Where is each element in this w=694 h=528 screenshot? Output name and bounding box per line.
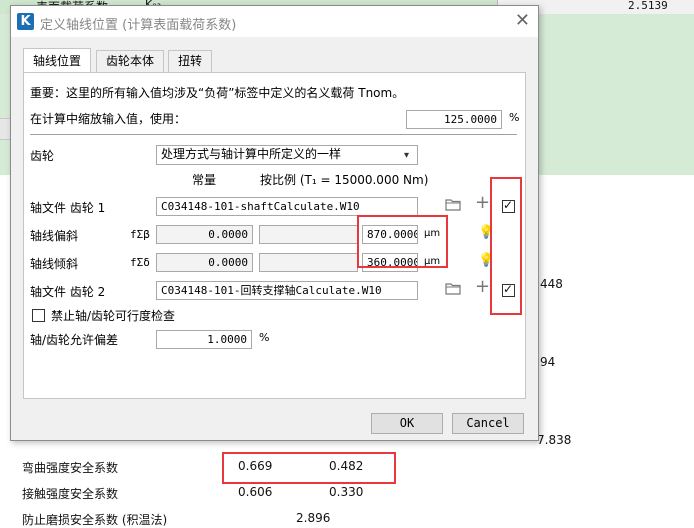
add-icon[interactable]: + [475,194,490,212]
axis-offset-constant-input[interactable]: 0.0000 [156,225,253,244]
highlight-axis-values [357,215,448,268]
scale-label: 在计算中缩放输入值，使用： [30,112,187,126]
tab-axis-position[interactable]: 轴线位置 [23,48,92,72]
shaft-file-gear1-input[interactable]: C034148-101-shaftCalculate.W10 [156,197,418,216]
column-constant-header: 常量 [192,173,217,187]
folder-open-icon[interactable] [445,197,461,215]
scale-unit: % [509,111,520,124]
gear-treatment-select[interactable]: 处理方式与轴计算中所定义的一样 [156,145,418,165]
tab-panel: 重要：这里的所有输入值均涉及“负荷”标签中定义的名义载荷 Tnom。 在计算中缩… [23,72,526,399]
cancel-button[interactable]: Cancel [452,413,524,434]
column-proportional-header: 按比例 (T₁ = 15000.000 Nm) [260,173,429,187]
result-value-contact-2: 0.330 [329,485,364,499]
highlight-checkboxes [490,177,522,315]
scale-input[interactable]: 125.0000 [406,110,502,129]
dialog-titlebar[interactable]: K 定义轴线位置 (计算表面载荷系数) ✕ [11,6,538,37]
chevron-down-icon[interactable]: ▾ [404,148,409,164]
result-value-contact-1: 0.606 [238,485,273,499]
shaft-file-gear1-label: 轴文件 齿轮 1 [30,201,106,215]
background-right-value-2: 94 [540,355,556,369]
tab-gear-body[interactable]: 齿轮本体 [96,50,165,72]
shaft-file-gear2-label: 轴文件 齿轮 2 [30,285,106,299]
close-icon[interactable]: ✕ [515,10,530,32]
tab-torsion[interactable]: 扭转 [168,50,213,72]
disable-feasibility-label: 禁止轴/齿轮可行度检查 [51,309,176,323]
background-scroll-strip[interactable] [0,118,10,140]
axis-tilt-symbol: fΣδ [130,256,150,269]
axis-position-dialog: K 定义轴线位置 (计算表面载荷系数) ✕ 轴线位置 齿轮本体 扭转 重要：这里… [10,5,539,441]
background-right-value-1: 448 [540,277,563,291]
tolerance-unit: % [259,331,270,344]
result-label-wear: 防止磨损安全系数 (积温法) [22,513,168,527]
ok-button[interactable]: OK [371,413,443,434]
important-note: 重要：这里的所有输入值均涉及“负荷”标签中定义的名义载荷 Tnom。 [30,86,405,100]
tolerance-label: 轴/齿轮允许偏差 [30,333,119,347]
axis-tilt-proportional-input[interactable] [259,253,358,272]
axis-offset-proportional-input[interactable] [259,225,358,244]
gear-label: 齿轮 [30,149,55,163]
disable-feasibility-checkbox[interactable] [32,309,45,322]
shaft-file-gear2-input[interactable]: C034148-101-回转支撑轴Calculate.W10 [156,281,418,300]
folder-open-icon[interactable] [445,281,461,299]
background-right-value-3: 7.838 [537,433,572,447]
highlight-safety-values [222,452,396,484]
axis-offset-symbol: fΣβ [130,228,150,241]
add-icon[interactable]: + [475,278,490,296]
result-label-contact: 接触强度安全系数 [22,487,119,501]
divider [30,134,517,135]
dialog-title: 定义轴线位置 (计算表面载荷系数) [40,18,237,33]
axis-offset-label: 轴线偏斜 [30,229,79,243]
app-logo-icon: K [17,13,34,30]
axis-tilt-label: 轴线倾斜 [30,257,79,271]
axis-tilt-constant-input[interactable]: 0.0000 [156,253,253,272]
background-top-value: 2.5139 [628,0,668,12]
result-value-wear: 2.896 [296,511,331,525]
gear-treatment-value: 处理方式与轴计算中所定义的一样 [161,147,342,161]
result-label-bending: 弯曲强度安全系数 [22,461,119,475]
tolerance-input[interactable]: 1.0000 [156,330,252,349]
